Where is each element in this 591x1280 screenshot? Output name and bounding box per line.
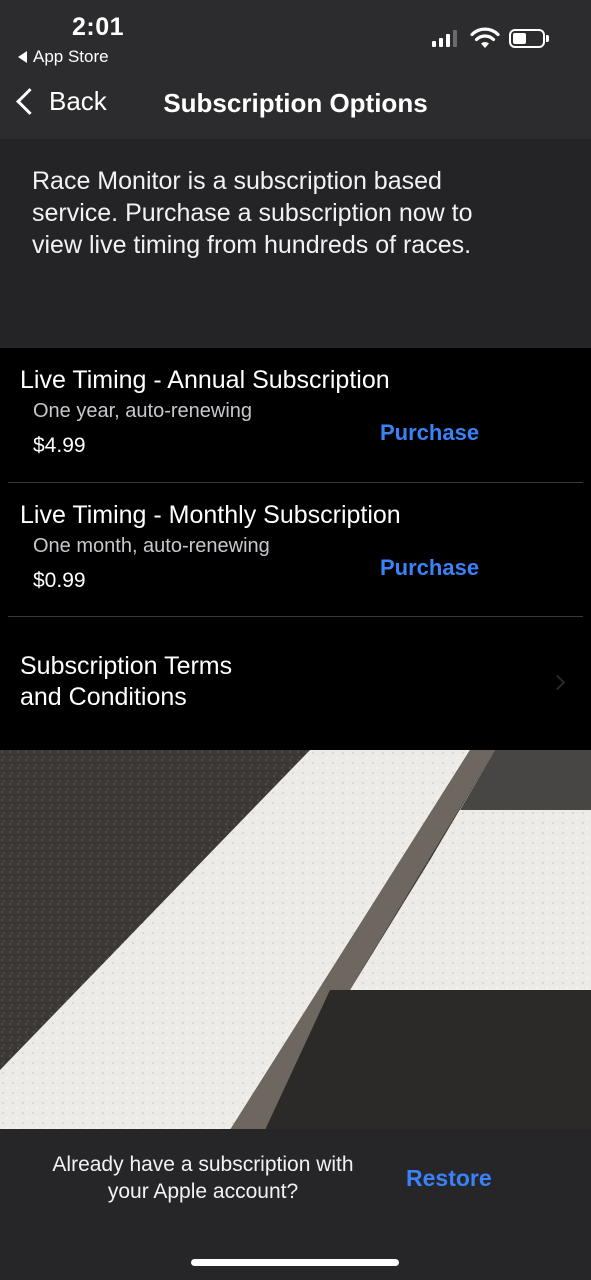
option-annual: Live Timing - Annual Subscription One ye… [0,348,591,482]
purchase-monthly-button[interactable]: Purchase [380,555,479,581]
track-curb-image [0,750,591,1130]
wifi-icon [470,27,500,48]
option-price: $4.99 [33,434,86,457]
restore-question: Already have a subscription with your Ap… [52,1153,354,1203]
status-time: 2:01 [72,13,125,41]
home-indicator[interactable] [191,1259,399,1266]
intro-text: Race Monitor is a subscription based ser… [32,167,473,259]
page-title: Subscription Options [163,88,428,118]
terms-label: Subscription Terms and Conditions [20,652,233,711]
chevron-right-icon [549,674,566,691]
option-price: $0.99 [33,569,86,592]
restore-button[interactable]: Restore [406,1165,492,1192]
back-triangle-icon [18,51,27,63]
back-to-app-store[interactable]: App Store [18,47,109,67]
track-curb-photo [0,750,591,1130]
option-monthly: Live Timing - Monthly Subscription One m… [0,483,591,616]
cellular-signal-icon [432,29,457,47]
option-description: One year, auto-renewing [33,400,253,422]
battery-icon [509,29,549,48]
terms-row[interactable]: Subscription Terms and Conditions [0,617,591,750]
back-to-app-label: App Store [33,47,109,66]
option-description: One month, auto-renewing [33,535,270,557]
option-name: Live Timing - Annual Subscription [20,366,390,394]
option-name: Live Timing - Monthly Subscription [20,501,401,529]
intro-section: Race Monitor is a subscription based ser… [0,139,591,348]
purchase-annual-button[interactable]: Purchase [380,420,479,446]
top-bar: 2:01 App Store Back Subscription Options [0,0,591,139]
restore-bar: Already have a subscription with your Ap… [0,1129,591,1280]
